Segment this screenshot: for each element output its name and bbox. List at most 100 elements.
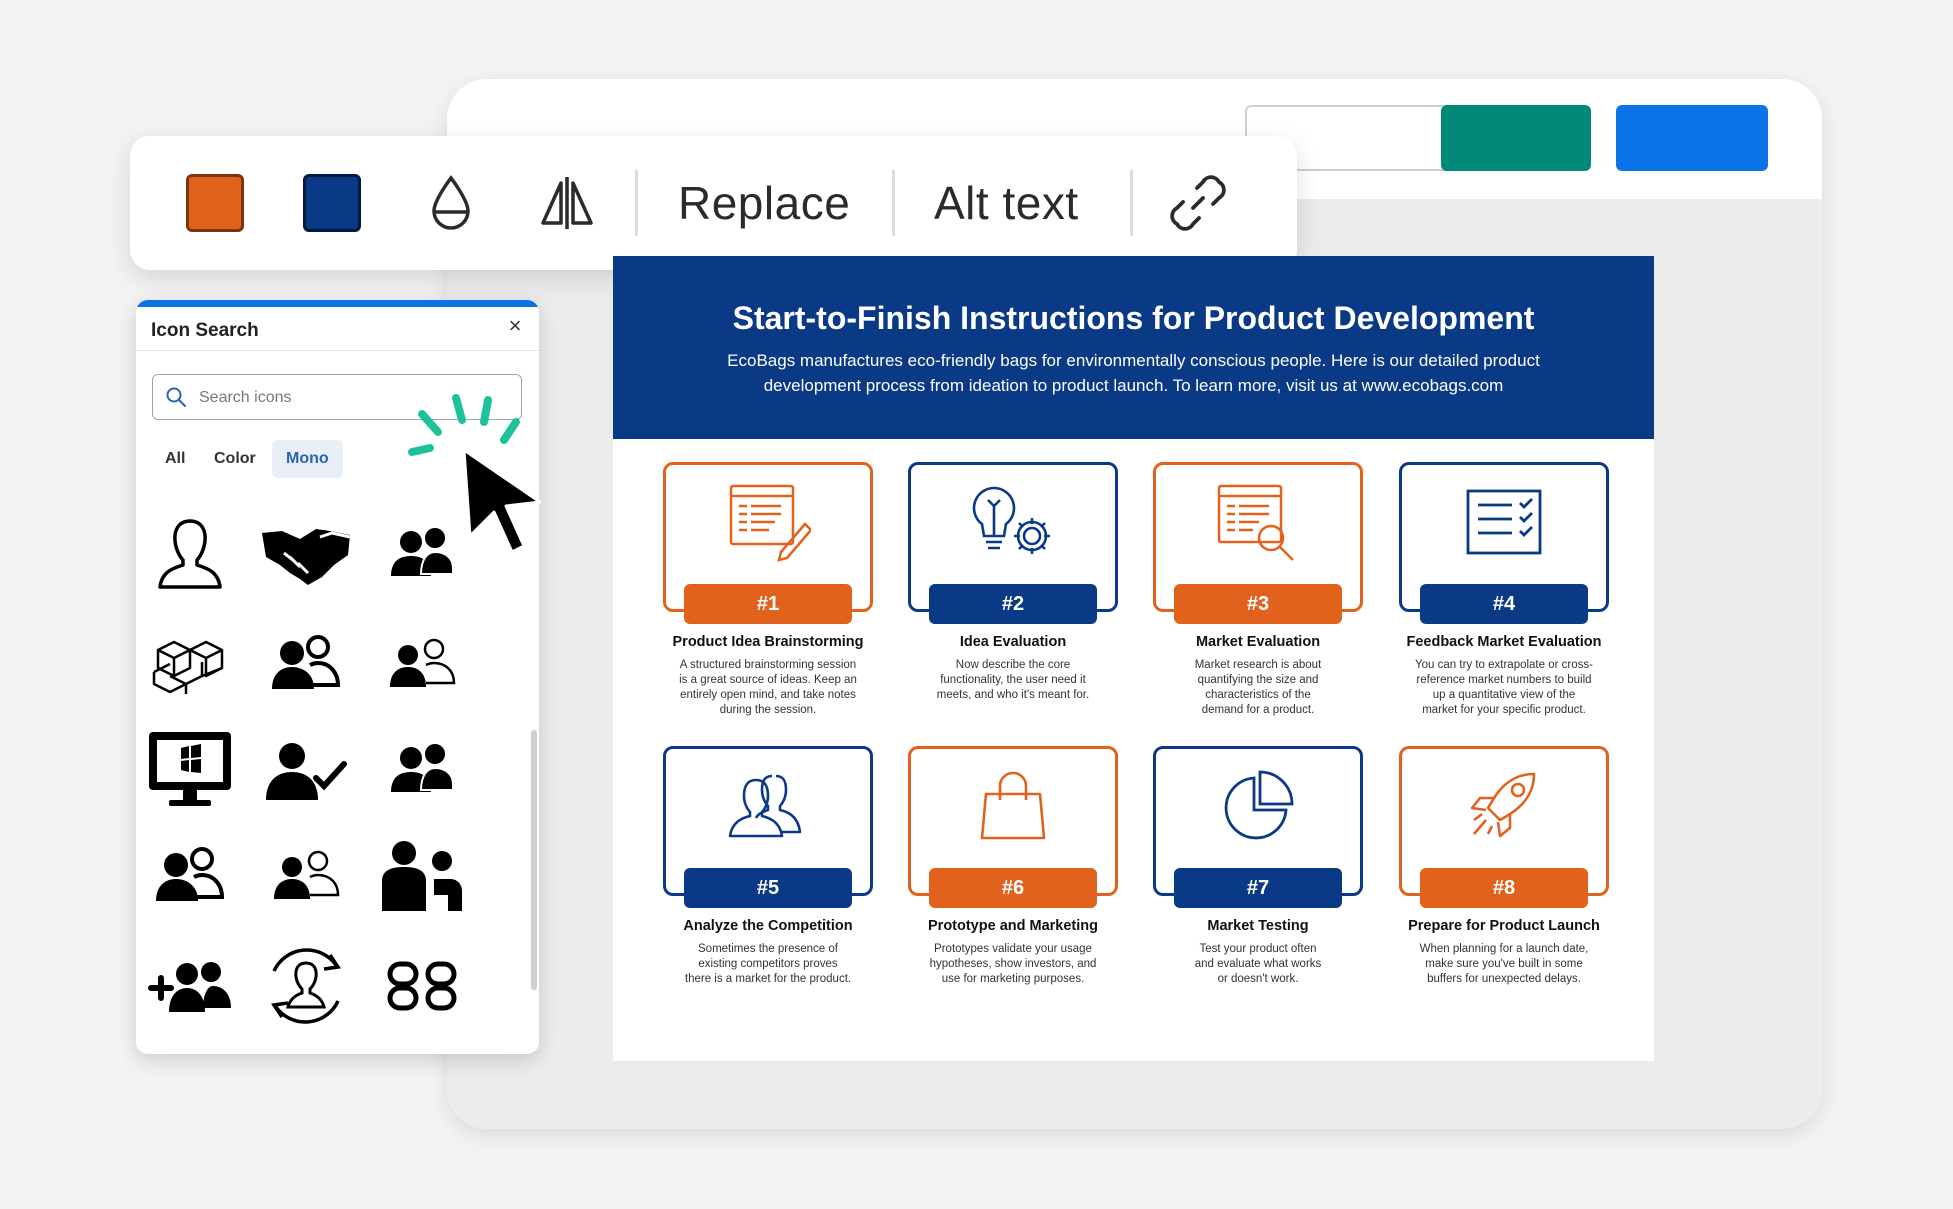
lightbulb-gear-icon (958, 477, 1068, 567)
panel-title: Icon Search (151, 320, 259, 341)
step-description-line: up a quantitative view of the (1432, 689, 1576, 701)
step-description-line: existing competitors proves (698, 958, 838, 970)
flip-horizontal-icon[interactable] (532, 166, 602, 240)
step-title: Idea Evaluation (959, 634, 1067, 650)
boxes-icon[interactable] (144, 618, 236, 710)
step-description-line: or doesn't work. (1217, 973, 1299, 985)
navy-swatch[interactable] (303, 174, 361, 232)
step-description-line: hypotheses, show investors, and (929, 958, 1097, 970)
user-check-icon[interactable] (260, 724, 352, 816)
step-description-line: buffers for unexpected delays. (1427, 973, 1581, 985)
checklist-icon (1449, 477, 1559, 567)
opacity-drop-icon[interactable] (416, 166, 486, 240)
step-description: A structured brainstorming session is a g… (663, 658, 873, 718)
step-description-line: demand for a product. (1201, 704, 1315, 716)
step-card[interactable]: #6 (908, 746, 1118, 908)
step-title: Prototype and Marketing (928, 918, 1098, 934)
infographic-subtitle: EcoBags manufactures eco-friendly bags f… (673, 348, 1594, 398)
step-description-line: You can try to extrapolate or cross- (1415, 659, 1593, 671)
step-description-line: Test your product often (1199, 943, 1317, 955)
toolbar-separator (892, 170, 895, 236)
step-badge: #3 (1174, 584, 1342, 624)
step-description-line: meets, and who it's meant for. (936, 689, 1090, 701)
step-card[interactable]: #3 (1153, 462, 1363, 624)
step-description-line: Sometimes the presence of (698, 943, 838, 955)
panel-divider (136, 350, 539, 351)
user-group-outline-icon[interactable] (376, 618, 468, 710)
step-description-line: make sure you've built in some (1425, 958, 1583, 970)
step-description-line: use for marketing purposes. (941, 973, 1085, 985)
chain-link-icon[interactable] (376, 940, 468, 1032)
document-pencil-icon (713, 477, 823, 567)
step-description-line: entirely open mind, and take notes (680, 689, 856, 701)
step-title: Analyze the Competition (683, 918, 853, 934)
toolbar-separator (635, 170, 638, 236)
step-description: Now describe the core functionality, the … (908, 658, 1118, 703)
step-card[interactable]: #1 (663, 462, 873, 624)
add-users-icon[interactable] (144, 940, 236, 1032)
link-icon[interactable] (1163, 166, 1233, 240)
step-description-line: Prototypes validate your usage (934, 943, 1092, 955)
step-title: Market Evaluation (1195, 634, 1321, 650)
step-description-line: there is a market for the product. (684, 973, 852, 985)
step-card[interactable]: #2 (908, 462, 1118, 624)
subtitle-line: EcoBags manufactures eco-friendly bags f… (727, 351, 1540, 370)
step-card[interactable]: #7 (1153, 746, 1363, 908)
filter-tab-all[interactable]: All (151, 440, 199, 478)
infographic-canvas[interactable]: Start-to-Finish Instructions for Product… (613, 256, 1654, 1061)
step-title: Feedback Market Evaluation (1406, 634, 1602, 650)
step-card[interactable]: #5 (663, 746, 873, 908)
step-card[interactable]: #4 (1399, 462, 1609, 624)
step-description-line: reference market numbers to build (1416, 674, 1592, 686)
close-icon[interactable]: × (503, 314, 527, 338)
user-group-icon[interactable] (260, 618, 352, 710)
step-description-line: characteristics of the (1205, 689, 1311, 701)
top-blue-button[interactable] (1616, 105, 1768, 171)
step-badge: #6 (929, 868, 1097, 908)
user-family-icon[interactable] (376, 830, 468, 922)
step-title: Prepare for Product Launch (1408, 918, 1600, 934)
panel-scrollbar[interactable] (531, 730, 537, 990)
alt-text-button[interactable]: Alt text (934, 136, 1079, 270)
users-outline-icon[interactable] (260, 830, 352, 922)
document-search-icon (1203, 477, 1313, 567)
step-badge: #8 (1420, 868, 1588, 908)
filter-tab-mono[interactable]: Mono (272, 440, 343, 478)
handshake-icon[interactable] (260, 508, 352, 600)
users-icon[interactable] (144, 830, 236, 922)
pie-chart-icon (1203, 761, 1313, 851)
person-outline-icon[interactable] (144, 508, 236, 600)
step-description-line: is a great source of ideas. Keep an (679, 674, 857, 686)
infographic-header: Start-to-Finish Instructions for Product… (613, 256, 1654, 439)
step-description: You can try to extrapolate or cross-refe… (1399, 658, 1609, 718)
step-badge: #1 (684, 584, 852, 624)
rocket-icon (1449, 761, 1559, 851)
step-badge: #2 (929, 584, 1097, 624)
user-pair-icon[interactable] (376, 724, 468, 816)
two-people-icon (713, 761, 823, 851)
step-title: Product Idea Brainstorming (672, 634, 864, 650)
floating-toolbar: Replace Alt text (130, 136, 1297, 270)
step-badge: #4 (1420, 584, 1588, 624)
step-badge: #7 (1174, 868, 1342, 908)
toolbar-separator (1130, 170, 1133, 236)
step-description-line: When planning for a launch date, (1419, 943, 1589, 955)
subtitle-line: development process from ideation to pro… (763, 376, 1504, 395)
user-refresh-icon[interactable] (260, 940, 352, 1032)
step-card[interactable]: #8 (1399, 746, 1609, 908)
panel-accent-bar (136, 300, 539, 307)
step-description-line: functionality, the user need it (940, 674, 1086, 686)
top-green-button[interactable] (1441, 105, 1591, 171)
step-badge: #5 (684, 868, 852, 908)
orange-swatch[interactable] (186, 174, 244, 232)
step-description: Market research is about quantifying the … (1153, 658, 1363, 718)
step-description: Test your product often and evaluate what… (1153, 942, 1363, 987)
infographic-title: Start-to-Finish Instructions for Product… (732, 300, 1535, 336)
filter-tab-color[interactable]: Color (200, 440, 270, 478)
people-pair-icon[interactable] (376, 508, 468, 600)
computer-monitor-icon[interactable] (144, 724, 236, 816)
search-icon (165, 386, 187, 413)
step-description-line: during the session. (719, 704, 817, 716)
replace-button[interactable]: Replace (678, 136, 850, 270)
step-description: When planning for a launch date, make sur… (1399, 942, 1609, 987)
